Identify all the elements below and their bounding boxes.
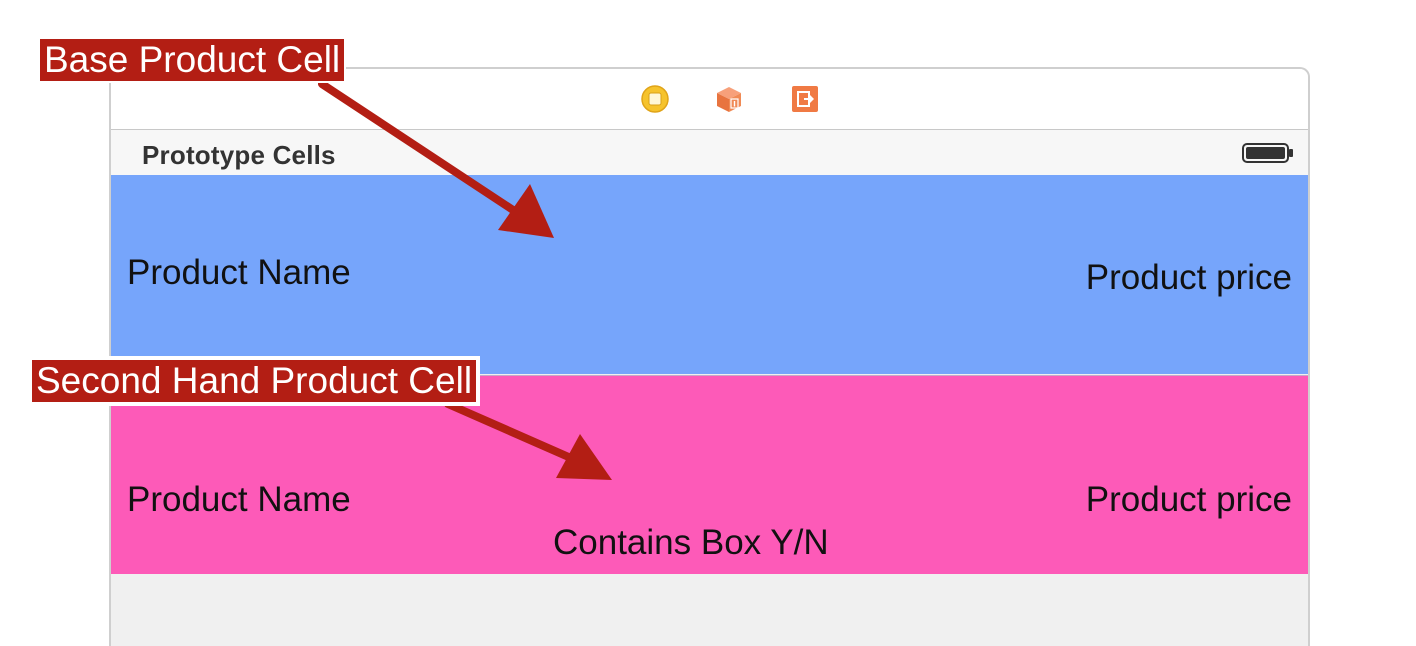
section-title: Prototype Cells bbox=[142, 140, 336, 170]
battery-icon bbox=[1242, 143, 1293, 163]
base-product-cell[interactable]: Product Name Product price bbox=[111, 175, 1308, 374]
prototype-cells-header: Prototype Cells bbox=[111, 130, 1308, 175]
product-name-label: Product Name bbox=[127, 253, 351, 292]
view-controller-icon[interactable] bbox=[641, 85, 669, 113]
product-price-label: Product price bbox=[1085, 258, 1292, 297]
exit-icon[interactable] bbox=[791, 85, 819, 113]
screenshot-canvas: Prototype Cells Product Name Product pri… bbox=[0, 0, 1416, 646]
base-product-cell-callout: Base Product Cell bbox=[38, 37, 347, 83]
product-price-label: Product price bbox=[1085, 480, 1292, 519]
product-name-label: Product Name bbox=[127, 480, 351, 519]
contains-box-label: Contains Box Y/N bbox=[553, 523, 829, 562]
first-responder-icon[interactable] bbox=[715, 85, 743, 113]
second-hand-product-cell-callout: Second Hand Product Cell bbox=[28, 356, 481, 406]
